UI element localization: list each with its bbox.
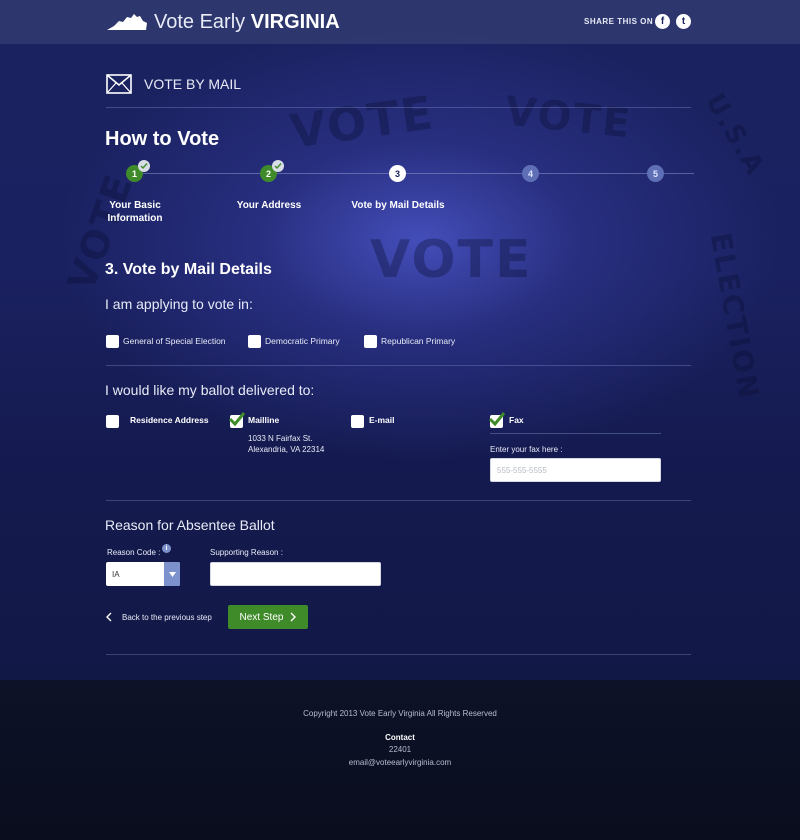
step-2-label: Your Address	[236, 200, 302, 211]
divider	[106, 500, 691, 501]
step-4-indicator: 4	[522, 165, 539, 182]
step-1-label: Your Basic Information	[107, 200, 163, 224]
republican-primary-label: Republican Primary	[381, 336, 456, 346]
fax-input-label: Enter your fax here :	[490, 445, 563, 454]
fax-divider	[490, 433, 661, 434]
background-stamp-vote: VOTE	[502, 88, 634, 148]
background-stamp-election: ELECTION	[703, 230, 766, 403]
check-icon	[138, 160, 150, 172]
democratic-primary-label: Democratic Primary	[265, 336, 340, 346]
supporting-reason-input[interactable]	[210, 562, 381, 586]
reason-code-value: IA	[112, 570, 120, 579]
email-label: E-mail	[369, 415, 395, 425]
logo-text-bold: VIRGINIA	[250, 10, 340, 33]
chevron-down-icon[interactable]	[164, 562, 180, 586]
info-icon[interactable]: i	[162, 544, 171, 553]
background-stamp-vote: VOTE	[286, 85, 438, 159]
mailline-label: Mailline	[248, 415, 280, 425]
contact-zip: 22401	[388, 745, 412, 754]
general-election-label: General of Special Election	[123, 336, 226, 346]
election-prompt: I am applying to vote in:	[105, 296, 253, 312]
address-line-1: 1033 N Fairfax St.	[248, 434, 313, 443]
mailline-address: 1033 N Fairfax St. Alexandria, VA 22314	[248, 433, 324, 455]
section-title: VOTE BY MAIL	[144, 76, 241, 92]
reason-code-select[interactable]: IA	[106, 562, 180, 586]
step-3-label: Vote by Mail Details	[351, 200, 445, 211]
progress-track	[134, 173, 694, 174]
step-3-indicator: 3	[389, 165, 406, 182]
reason-code-label: Reason Code :	[107, 548, 161, 557]
logo-text: Vote Early VIRGINIA	[154, 11, 340, 34]
absentee-heading: Reason for Absentee Ballot	[105, 517, 275, 533]
checkmark-icon	[488, 412, 506, 427]
chevron-right-icon	[290, 612, 297, 622]
form-heading: 3. Vote by Mail Details	[105, 261, 272, 278]
supporting-reason-label: Supporting Reason :	[210, 548, 283, 557]
contact-heading: Contact	[385, 733, 415, 742]
next-step-button[interactable]: Next Step	[228, 605, 308, 629]
divider	[106, 654, 691, 655]
twitter-icon[interactable]: t	[676, 14, 691, 29]
republican-primary-checkbox[interactable]	[364, 335, 377, 348]
check-icon	[272, 160, 284, 172]
site-logo[interactable]: Vote Early VIRGINIA	[106, 8, 340, 36]
general-election-checkbox[interactable]	[106, 335, 119, 348]
residence-address-label: Residence Address	[130, 415, 209, 425]
back-link-label: Back to the previous step	[122, 612, 212, 622]
page-title: How to Vote	[105, 128, 220, 150]
divider	[106, 107, 691, 108]
background-stamp-usa: U.S.A	[699, 88, 771, 182]
fax-input[interactable]	[490, 458, 661, 482]
divider	[106, 365, 691, 366]
background-stamp-vote: VOTE	[370, 230, 533, 290]
residence-address-checkbox[interactable]	[106, 415, 119, 428]
email-checkbox[interactable]	[351, 415, 364, 428]
back-link[interactable]: Back to the previous step	[106, 612, 212, 622]
chevron-left-icon	[106, 612, 112, 622]
contact-email[interactable]: email@voteearlyvirginia.com	[0, 758, 800, 767]
section-header: VOTE BY MAIL	[106, 74, 241, 94]
step-5-indicator: 5	[647, 165, 664, 182]
democratic-primary-checkbox[interactable]	[248, 335, 261, 348]
address-line-2: Alexandria, VA 22314	[248, 445, 325, 454]
next-step-label: Next Step	[239, 611, 284, 623]
copyright-text: Copyright 2013 Vote Early Virginia All R…	[303, 709, 497, 718]
facebook-icon[interactable]: f	[655, 14, 670, 29]
fax-label: Fax	[509, 415, 524, 425]
logo-text-light: Vote Early	[154, 10, 246, 33]
footer: Copyright 2013 Vote Early Virginia All R…	[0, 680, 800, 840]
checkmark-icon	[228, 412, 246, 427]
delivery-prompt: I would like my ballot delivered to:	[105, 382, 315, 398]
share-label: SHARE THIS ON	[584, 17, 654, 26]
virginia-state-icon	[107, 14, 147, 30]
envelope-icon	[106, 74, 132, 94]
